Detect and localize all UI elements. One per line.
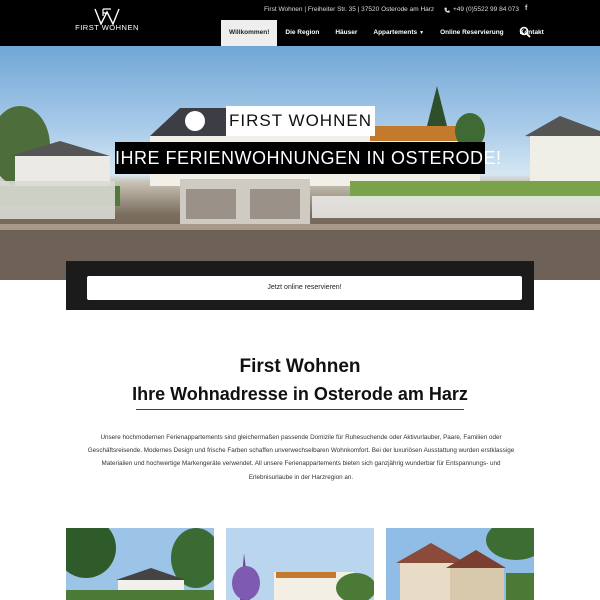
intro-subheading: Ihre Wohnadresse in Osterode am Harz — [132, 384, 468, 404]
nav-item-willkommen[interactable]: Willkommen! — [221, 20, 278, 46]
reserve-online-button[interactable]: Jetzt online reservieren! — [87, 276, 522, 300]
hero-subtitle: IHRE FERIENWOHNUNGEN IN OSTERODE! — [115, 142, 501, 174]
hero-banner: FIRST WOHNEN IHRE FERIENWOHNUNGEN IN OST… — [0, 46, 600, 280]
facebook-icon[interactable]: f — [525, 5, 527, 12]
nav-item-haeuser[interactable]: Häuser — [327, 20, 365, 46]
hero-title: FIRST WOHNEN — [226, 106, 375, 136]
phone-icon — [444, 7, 450, 13]
logo-text: FIRST WOHNEN — [75, 23, 139, 32]
house-card-3[interactable] — [386, 528, 534, 600]
intro-heading: First Wohnen — [239, 356, 361, 377]
site-logo[interactable]: FIRST WOHNEN — [72, 8, 142, 42]
main-nav: Willkommen! Die Region Häuser Appartemen… — [221, 20, 552, 46]
phone-link[interactable]: +49 (0)5522 99 84 073 — [444, 6, 519, 13]
search-icon[interactable] — [519, 26, 531, 38]
reservation-bar: Jetzt online reservieren! — [66, 261, 534, 310]
house-card-1[interactable] — [66, 528, 214, 600]
phone-number: +49 (0)5522 99 84 073 — [453, 6, 519, 13]
house-photo-3 — [386, 528, 534, 600]
nav-item-kontakt[interactable]: Kontakt — [512, 20, 552, 46]
nav-item-appartements[interactable]: Appartements ▼ — [365, 20, 432, 46]
heading-divider — [136, 409, 464, 410]
nav-item-appartements-label: Appartements — [373, 29, 418, 36]
address-text: First Wohnen | Freiheiter Str. 35 | 3752… — [264, 6, 435, 13]
main-header: FIRST WOHNEN Willkommen! Die Region Häus… — [0, 8, 600, 46]
nav-item-region[interactable]: Die Region — [277, 20, 327, 46]
nav-item-online-reservierung[interactable]: Online Reservierung — [432, 20, 512, 46]
house-photo-2 — [226, 528, 374, 600]
house-card-2[interactable] — [226, 528, 374, 600]
house-photo-1 — [66, 528, 214, 600]
chevron-down-icon: ▼ — [419, 30, 425, 36]
intro-paragraph: Unsere hochmodernen Ferienappartements s… — [87, 434, 515, 481]
